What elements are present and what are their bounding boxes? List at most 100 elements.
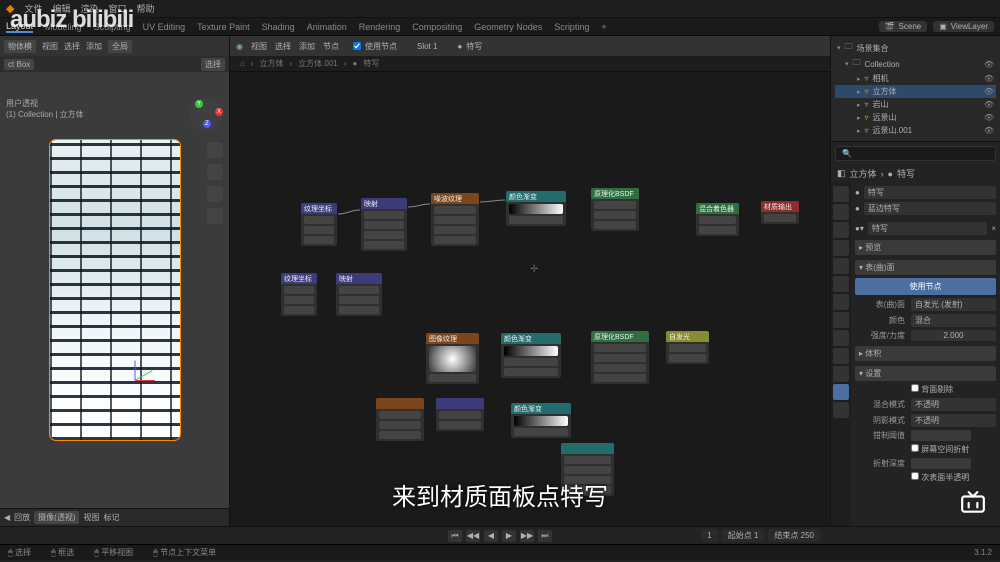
mat-selector-row[interactable]: ●▾特写× (855, 222, 996, 235)
tab-shading[interactable]: Shading (262, 22, 295, 32)
viewlayer-selector[interactable]: ▣ ViewLayer (933, 21, 994, 32)
vp-menu-view[interactable]: 视图 (42, 41, 58, 52)
tab-object-icon[interactable] (833, 276, 849, 292)
outliner-item-1[interactable]: ▸▿立方体👁 (835, 85, 996, 98)
tab-scene-icon[interactable] (833, 240, 849, 256)
camera-icon[interactable] (207, 186, 223, 202)
vp-menu-select[interactable]: 选择 (64, 41, 80, 52)
eye-icon[interactable]: 👁 (984, 100, 994, 109)
mat-slot-0[interactable]: ●特写 (855, 186, 996, 199)
clip-row[interactable]: 钳制阈值 (855, 430, 996, 441)
tab-scripting[interactable]: Scripting (554, 22, 589, 32)
tab-modifier-icon[interactable] (833, 294, 849, 310)
close-icon[interactable]: × (991, 224, 996, 233)
crumb-3[interactable]: 特写 (363, 58, 379, 69)
eye-icon[interactable]: 👁 (984, 126, 994, 135)
menu-edit[interactable]: 编辑 (52, 2, 70, 15)
select-pill[interactable]: 选择 (201, 58, 225, 71)
play-rev-icon[interactable]: ◀ (484, 530, 498, 542)
subsurf-row[interactable]: 次表面半透明 (855, 472, 996, 483)
ss-row[interactable]: 屏幕空间折射 (855, 444, 996, 455)
tab-constraint-icon[interactable] (833, 348, 849, 364)
node-mapping[interactable]: 映射 (360, 197, 408, 252)
use-nodes-toggle[interactable]: 使用节点 (347, 40, 403, 53)
panel-preview[interactable]: ▸ 预览 (855, 240, 996, 255)
tab-texturepaint[interactable]: Texture Paint (197, 22, 250, 32)
ne-menu-node[interactable]: 节点 (323, 41, 339, 52)
strength-row[interactable]: 强度/力度2.000 (855, 330, 996, 341)
tab-world-icon[interactable] (833, 258, 849, 274)
persp-icon[interactable] (207, 208, 223, 224)
tab-animation[interactable]: Animation (307, 22, 347, 32)
zoom-icon[interactable] (207, 142, 223, 158)
play-icon[interactable]: ▶ (502, 530, 516, 542)
node-mix[interactable]: 混合着色器 (695, 202, 740, 237)
use-nodes-button[interactable]: 使用节点 (855, 278, 996, 295)
tab-render-icon[interactable] (833, 186, 849, 202)
crumb-1[interactable]: 立方体 (260, 58, 284, 69)
mat-selector[interactable]: ●特写 (451, 40, 488, 53)
tab-compositing[interactable]: Compositing (412, 22, 462, 32)
menu-render[interactable]: 渲染 (81, 2, 99, 15)
editor-type-icon[interactable]: ◉ (236, 42, 243, 51)
slot-selector[interactable]: Slot 1 (411, 41, 443, 52)
outliner-item-3[interactable]: ▸▿远景山👁 (835, 111, 996, 124)
persp-label[interactable]: 摄像(透视) (34, 511, 79, 524)
backface-row[interactable]: 背面剔除 (855, 384, 996, 395)
vp-menu-add[interactable]: 添加 (86, 41, 102, 52)
tab-view-icon[interactable] (833, 222, 849, 238)
tab-texture-icon[interactable] (833, 402, 849, 418)
orientation[interactable]: 全局 (108, 40, 132, 53)
tab-layout[interactable]: Layout (6, 21, 33, 33)
panel-surface[interactable]: ▾ 表(曲)面 (855, 260, 996, 275)
blend-row[interactable]: 混合模式不透明 (855, 398, 996, 411)
menu-file[interactable]: 文件 (24, 2, 42, 15)
crumb-2[interactable]: 立方体.001 (298, 58, 338, 69)
selectbox[interactable]: ct Box (4, 59, 34, 70)
mode-dropdown[interactable]: 物体模 (4, 40, 36, 53)
vp-footer-mark[interactable]: 标记 (103, 512, 119, 523)
panel-settings[interactable]: ▾ 设置 (855, 366, 996, 381)
eye-icon[interactable]: 👁 (984, 87, 994, 96)
node-texcoord[interactable]: 纹理坐标 (300, 202, 338, 247)
nav-gizmo[interactable]: X Y Z (189, 98, 223, 132)
home-icon[interactable]: ⌂ (240, 59, 245, 68)
playback-icon[interactable]: ◀ (4, 513, 10, 522)
jump-end-icon[interactable]: ⏭ (538, 530, 552, 542)
refr-row[interactable]: 折射深度 (855, 458, 996, 469)
node-emission[interactable]: 自发光 (665, 330, 710, 365)
node-imgtex[interactable]: 图像纹理 (425, 332, 480, 385)
shadow-row[interactable]: 阴影模式不透明 (855, 414, 996, 427)
node-canvas[interactable]: 纹理坐标 映射 噪波纹理 颜色渐变 原理化BSDF 混合着色器 材质输出 纹理坐… (230, 72, 830, 526)
frame-end[interactable]: 结束点 250 (768, 529, 820, 542)
tab-add[interactable]: + (601, 22, 606, 32)
ne-menu-view[interactable]: 视图 (251, 41, 267, 52)
eye-icon[interactable]: 👁 (984, 60, 994, 69)
tab-material-icon[interactable] (833, 384, 849, 400)
node-texcoord-2[interactable]: 纹理坐标 (280, 272, 318, 317)
outliner-collection[interactable]: ▾🗀Collection👁 (835, 56, 996, 72)
tab-sculpting[interactable]: Sculpting (94, 22, 131, 32)
node-noise[interactable]: 噪波纹理 (430, 192, 480, 247)
node-bsdf-2[interactable]: 原理化BSDF (590, 330, 650, 385)
color-row[interactable]: 颜色混合 (855, 314, 996, 327)
scene-selector[interactable]: 🎬 Scene (879, 21, 928, 32)
outliner-item-0[interactable]: ▸▿相机👁 (835, 72, 996, 85)
transform-gizmo[interactable] (115, 360, 155, 400)
tab-output-icon[interactable] (833, 204, 849, 220)
search-input[interactable] (835, 146, 996, 161)
tab-rendering[interactable]: Rendering (359, 22, 401, 32)
node-output[interactable]: 材质输出 (760, 200, 800, 225)
node-mapping-2[interactable]: 映射 (335, 272, 383, 317)
vp-footer-view[interactable]: 视图 (83, 512, 99, 523)
menu-help[interactable]: 帮助 (137, 2, 155, 15)
keyframe-next-icon[interactable]: ▶▶ (520, 530, 534, 542)
node-aux-3[interactable] (560, 442, 615, 497)
eye-icon[interactable]: 👁 (984, 113, 994, 122)
viewport-canvas[interactable]: 用户透视 (1) Collection | 立方体 X Y Z (0, 72, 229, 508)
tab-uvediting[interactable]: UV Editing (143, 22, 186, 32)
mat-slot-1[interactable]: ●蓝边特写 (855, 202, 996, 215)
panel-volume[interactable]: ▸ 体积 (855, 346, 996, 361)
frame-current[interactable]: 1 (701, 529, 717, 542)
ne-menu-add[interactable]: 添加 (299, 41, 315, 52)
